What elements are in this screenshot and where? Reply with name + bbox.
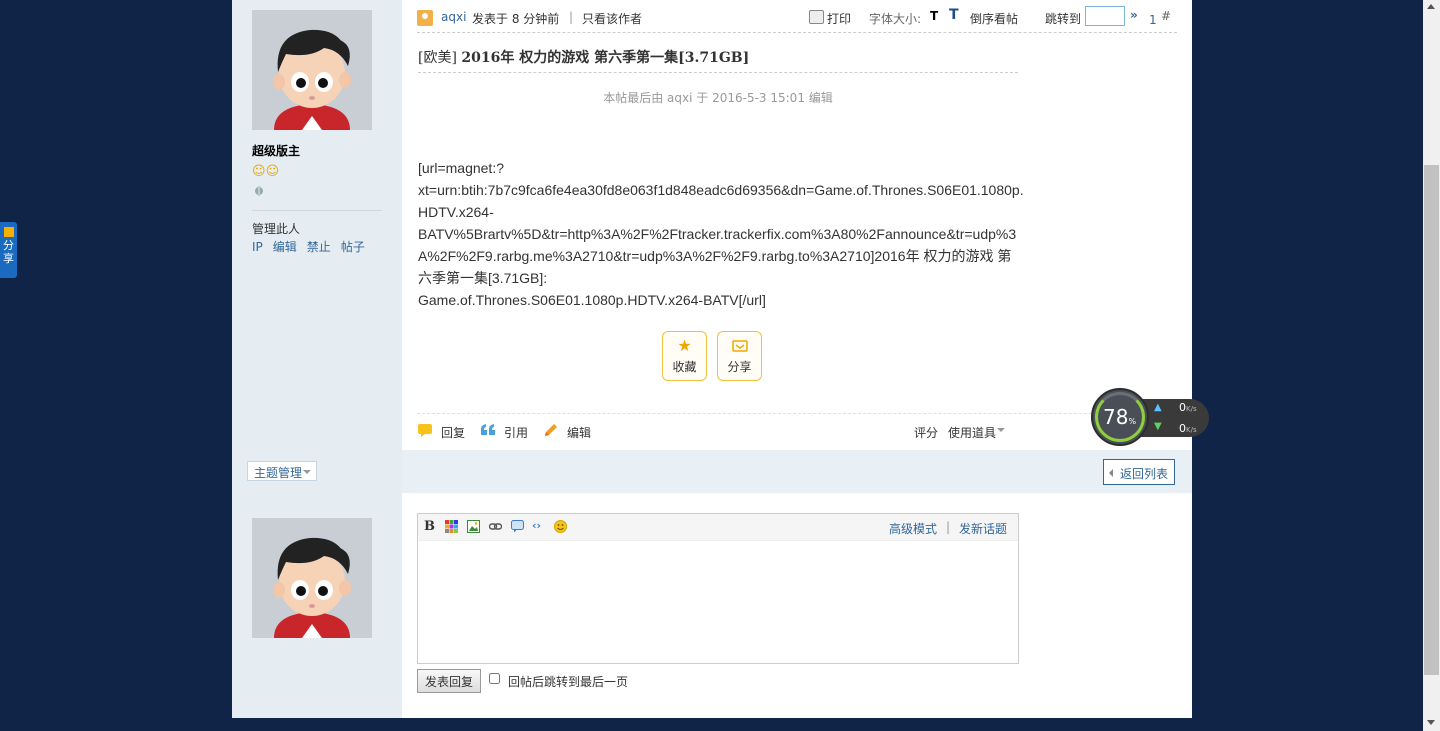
star-icon: ★ bbox=[677, 336, 692, 355]
scroll-up-icon[interactable] bbox=[1427, 4, 1435, 9]
smiley-icon[interactable] bbox=[554, 520, 567, 533]
reply-link[interactable]: 回复 bbox=[441, 424, 465, 441]
manage-ip-link[interactable]: IP bbox=[252, 240, 263, 254]
link-icon[interactable] bbox=[489, 520, 502, 533]
scroll-down-icon[interactable] bbox=[1427, 720, 1435, 725]
quick-reply-editor: B ‹› 高级模式 | 发新话题 bbox=[417, 513, 1019, 664]
reverse-order-icon[interactable]: T bbox=[949, 7, 959, 23]
jump-floor-input[interactable] bbox=[1085, 6, 1125, 26]
usage-percent: 78% bbox=[1103, 405, 1137, 429]
manage-edit-link[interactable]: 编辑 bbox=[273, 240, 297, 254]
manage-user-links: IP 编辑 禁止 帖子 bbox=[252, 238, 375, 255]
topic-manage-dropdown[interactable]: 主题管理 bbox=[247, 461, 317, 481]
rate-link[interactable]: 评分 bbox=[914, 424, 938, 441]
font-size-toggle[interactable]: T bbox=[930, 9, 938, 23]
manage-bar-inner bbox=[402, 450, 1192, 493]
manage-user-title: 管理此人 bbox=[252, 222, 301, 236]
smile-medal-icon: ☺ bbox=[252, 164, 266, 179]
satellite-icon bbox=[255, 186, 263, 196]
side-share-label-1: 分 bbox=[3, 239, 14, 252]
share-label: 分享 bbox=[727, 360, 752, 374]
post-title: [欧美] 2016年 权力的游戏 第六季第一集[3.71GB] bbox=[418, 47, 749, 67]
edit-link[interactable]: 编辑 bbox=[567, 424, 591, 441]
color-icon[interactable] bbox=[445, 520, 458, 533]
post-header: aqxi 发表于 8 分钟前 | 只看该作者 打印 字体大小: T T 倒序看帖… bbox=[417, 6, 1177, 33]
reply-bubble-icon[interactable] bbox=[417, 423, 433, 437]
quote-bubble-icon[interactable] bbox=[511, 520, 524, 533]
jump-last-checkbox[interactable] bbox=[489, 673, 500, 684]
floor-hash-link[interactable]: # bbox=[1161, 9, 1171, 23]
author-avatar[interactable] bbox=[252, 10, 372, 130]
image-icon[interactable] bbox=[467, 520, 480, 533]
scroll-thumb[interactable] bbox=[1424, 165, 1439, 675]
upload-arrow-icon: ▲ bbox=[1154, 402, 1162, 413]
editor-toolbar: B ‹› 高级模式 | 发新话题 bbox=[418, 514, 1018, 541]
user-icon bbox=[417, 10, 433, 26]
quote-icon[interactable] bbox=[480, 423, 496, 437]
post-time: 发表于 8 分钟前 bbox=[472, 12, 560, 26]
author-sidebar: 超级版主 ☺☺ 管理此人 IP 编辑 禁止 帖子 bbox=[232, 0, 402, 718]
share-logo-icon bbox=[3, 227, 14, 237]
font-size-label: 字体大小: bbox=[869, 12, 922, 26]
submit-reply-button[interactable]: 发表回复 bbox=[417, 669, 481, 693]
bold-icon[interactable]: B bbox=[424, 519, 437, 534]
share-button[interactable]: 分享 bbox=[717, 331, 762, 381]
manage-bar: 主题管理 返回列表 bbox=[232, 450, 1192, 493]
jump-go-button[interactable]: » bbox=[1130, 8, 1138, 22]
smile-medal-icon: ☺ bbox=[265, 164, 280, 179]
quote-link[interactable]: 引用 bbox=[504, 424, 528, 441]
code-icon[interactable]: ‹› bbox=[532, 519, 545, 532]
download-speed: 0K/s bbox=[1179, 422, 1197, 435]
printer-icon[interactable] bbox=[809, 10, 824, 24]
download-arrow-icon: ▼ bbox=[1154, 421, 1162, 432]
reply-textarea[interactable] bbox=[418, 541, 1018, 663]
manage-ban-link[interactable]: 禁止 bbox=[307, 240, 331, 254]
separator: | bbox=[946, 520, 951, 534]
medal-icons: ☺☺ bbox=[252, 164, 279, 179]
reply-user-avatar bbox=[252, 518, 372, 638]
author-group: 超级版主 bbox=[252, 144, 301, 158]
divider bbox=[252, 210, 382, 211]
reverse-order-link[interactable]: 倒序看帖 bbox=[970, 10, 1018, 27]
jump-label: 跳转到 bbox=[1045, 12, 1082, 26]
floor-number: 1 bbox=[1149, 13, 1157, 27]
forum-page: 超级版主 ☺☺ 管理此人 IP 编辑 禁止 帖子 aqxi 发表于 8 分钟前 … bbox=[232, 0, 1192, 718]
post-body: [url=magnet:? xt=urn:btih:7b7c9fca6fe4ea… bbox=[418, 160, 1024, 308]
title-prefix: [欧美] bbox=[418, 50, 457, 66]
favorite-label: 收藏 bbox=[672, 360, 697, 374]
only-author-link[interactable]: 只看该作者 bbox=[582, 10, 642, 27]
advanced-mode-link[interactable]: 高级模式 bbox=[889, 520, 937, 537]
chevron-down-icon bbox=[997, 428, 1005, 432]
new-topic-link[interactable]: 发新话题 bbox=[959, 520, 1007, 537]
author-name-link[interactable]: aqxi bbox=[441, 10, 466, 24]
pencil-icon[interactable] bbox=[543, 423, 559, 437]
avatar-cartoon-icon bbox=[252, 518, 372, 638]
side-share-tab[interactable]: 分 享 bbox=[0, 222, 17, 278]
side-share-label-2: 享 bbox=[3, 252, 14, 265]
use-tools-link[interactable]: 使用道具 bbox=[948, 424, 996, 441]
vertical-scrollbar[interactable] bbox=[1423, 0, 1440, 731]
separator: | bbox=[569, 10, 574, 24]
back-to-list-button[interactable]: 返回列表 bbox=[1103, 459, 1175, 485]
avatar-cartoon-icon bbox=[252, 10, 372, 130]
envelope-icon bbox=[731, 340, 748, 352]
jump-last-label: 回帖后跳转到最后一页 bbox=[508, 675, 629, 689]
title-text: 2016年 权力的游戏 第六季第一集[3.71GB] bbox=[461, 50, 750, 66]
edit-note: 本帖最后由 aqxi 于 2016-5-3 15:01 编辑 bbox=[603, 91, 833, 105]
divider bbox=[418, 72, 1018, 73]
upload-speed: 0K/s bbox=[1179, 401, 1197, 414]
network-speed-widget[interactable]: 78% ▲ 0K/s ▼ 0K/s bbox=[1091, 388, 1211, 448]
favorite-button[interactable]: ★ 收藏 bbox=[662, 331, 707, 381]
post-footer: 回复 引用 编辑 评分 使用道具 bbox=[417, 413, 1177, 450]
print-link[interactable]: 打印 bbox=[827, 10, 851, 27]
manage-posts-link[interactable]: 帖子 bbox=[341, 240, 365, 254]
